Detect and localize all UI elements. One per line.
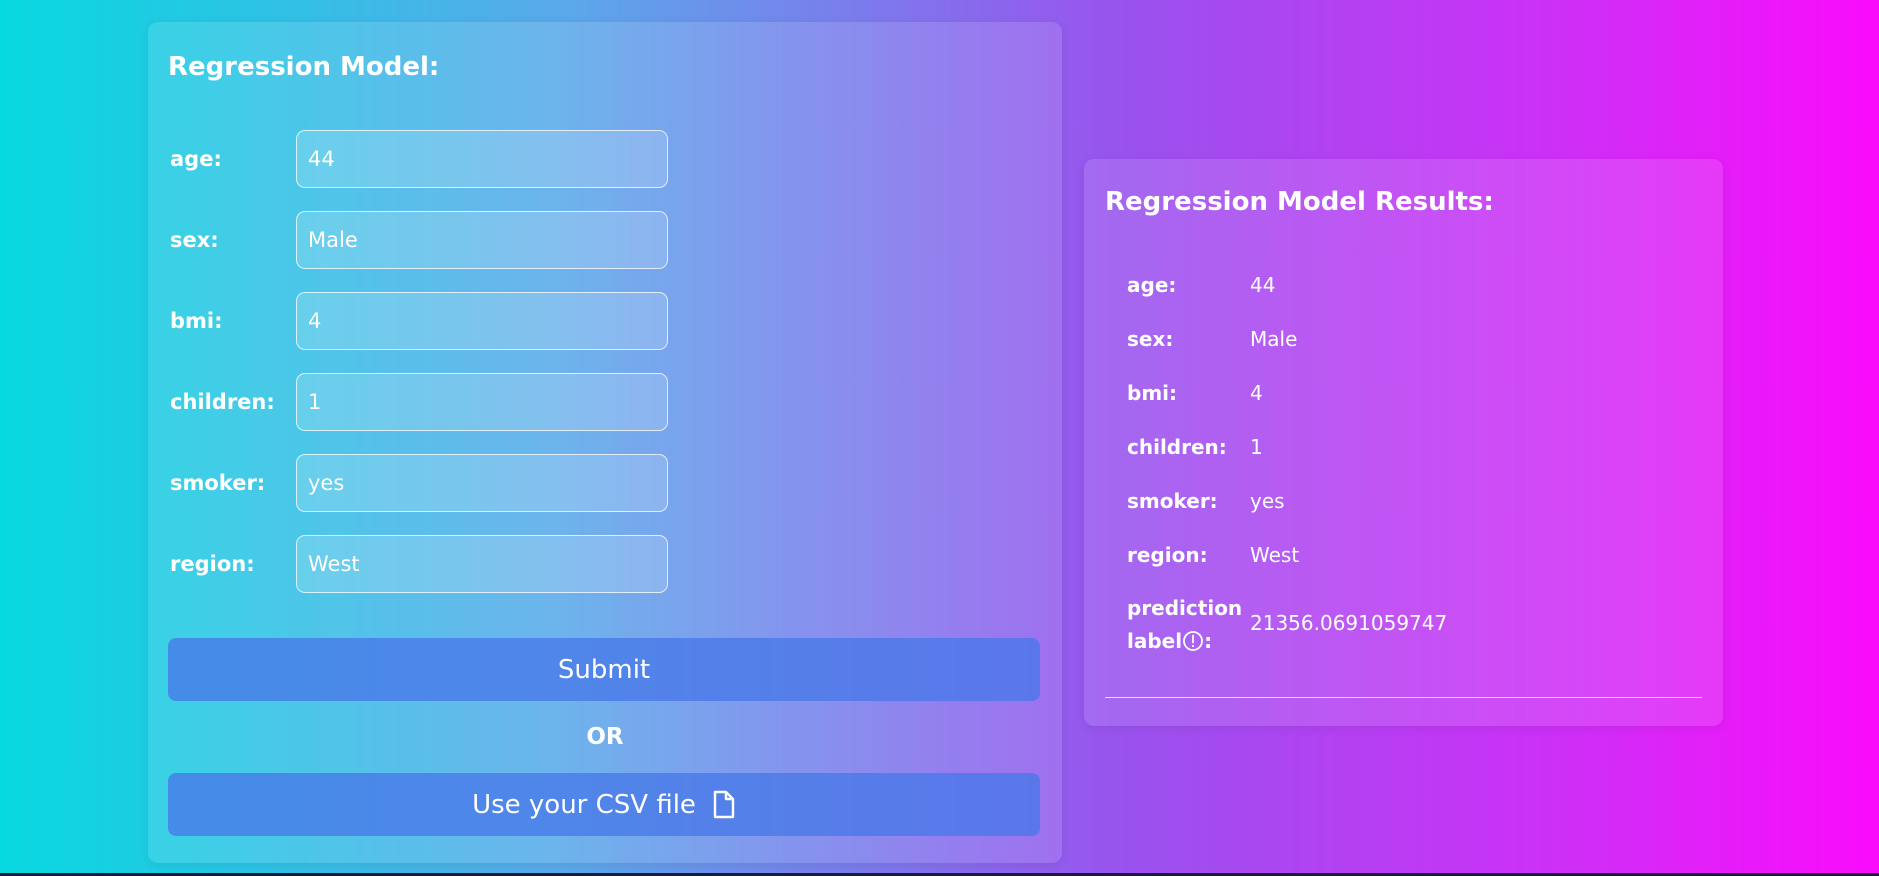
region-input[interactable] <box>296 535 668 593</box>
bmi-label: bmi: <box>170 309 223 333</box>
results-divider <box>1105 697 1702 698</box>
csv-upload-button[interactable]: Use your CSV file <box>168 773 1040 836</box>
field-row-smoker: smoker: <box>170 454 668 512</box>
or-divider: OR <box>586 724 624 750</box>
result-age-value: 44 <box>1250 273 1276 297</box>
result-bmi-label: bmi: <box>1127 381 1178 405</box>
result-smoker-value: yes <box>1250 489 1285 513</box>
result-region-label: region: <box>1127 543 1208 567</box>
form-title: Regression Model: <box>168 52 440 82</box>
children-input[interactable] <box>296 373 668 431</box>
results-title: Regression Model Results: <box>1105 187 1494 217</box>
submit-button[interactable]: Submit <box>168 638 1040 701</box>
result-region-value: West <box>1250 543 1300 567</box>
results-card: Regression Model Results: age: 44 sex: M… <box>1084 159 1723 726</box>
regression-form-card: Regression Model: age: sex: bmi: childre… <box>148 22 1062 863</box>
prediction-value: 21356.0691059747 <box>1250 611 1448 635</box>
file-icon <box>712 790 736 819</box>
result-bmi-value: 4 <box>1250 381 1263 405</box>
result-age-label: age: <box>1127 273 1177 297</box>
info-icon[interactable] <box>1182 629 1204 653</box>
prediction-label-suffix: : <box>1204 629 1213 653</box>
prediction-label: prediction label: <box>1127 592 1242 658</box>
smoker-label: smoker: <box>170 471 266 495</box>
csv-upload-label: Use your CSV file <box>472 789 696 820</box>
age-input[interactable] <box>296 130 668 188</box>
sex-label: sex: <box>170 228 219 252</box>
result-children-label: children: <box>1127 435 1227 459</box>
field-row-sex: sex: <box>170 211 668 269</box>
bmi-input[interactable] <box>296 292 668 350</box>
prediction-label-line2: label <box>1127 629 1183 653</box>
field-row-region: region: <box>170 535 668 593</box>
field-row-age: age: <box>170 130 668 188</box>
result-sex-value: Male <box>1250 327 1298 351</box>
submit-label: Submit <box>557 654 651 685</box>
region-label: region: <box>170 552 255 576</box>
smoker-input[interactable] <box>296 454 668 512</box>
result-children-value: 1 <box>1250 435 1263 459</box>
result-sex-label: sex: <box>1127 327 1174 351</box>
prediction-label-line1: prediction <box>1127 596 1243 620</box>
sex-input[interactable] <box>296 211 668 269</box>
children-label: children: <box>170 390 275 414</box>
field-row-bmi: bmi: <box>170 292 668 350</box>
age-label: age: <box>170 147 222 171</box>
result-smoker-label: smoker: <box>1127 489 1218 513</box>
field-row-children: children: <box>170 373 668 431</box>
